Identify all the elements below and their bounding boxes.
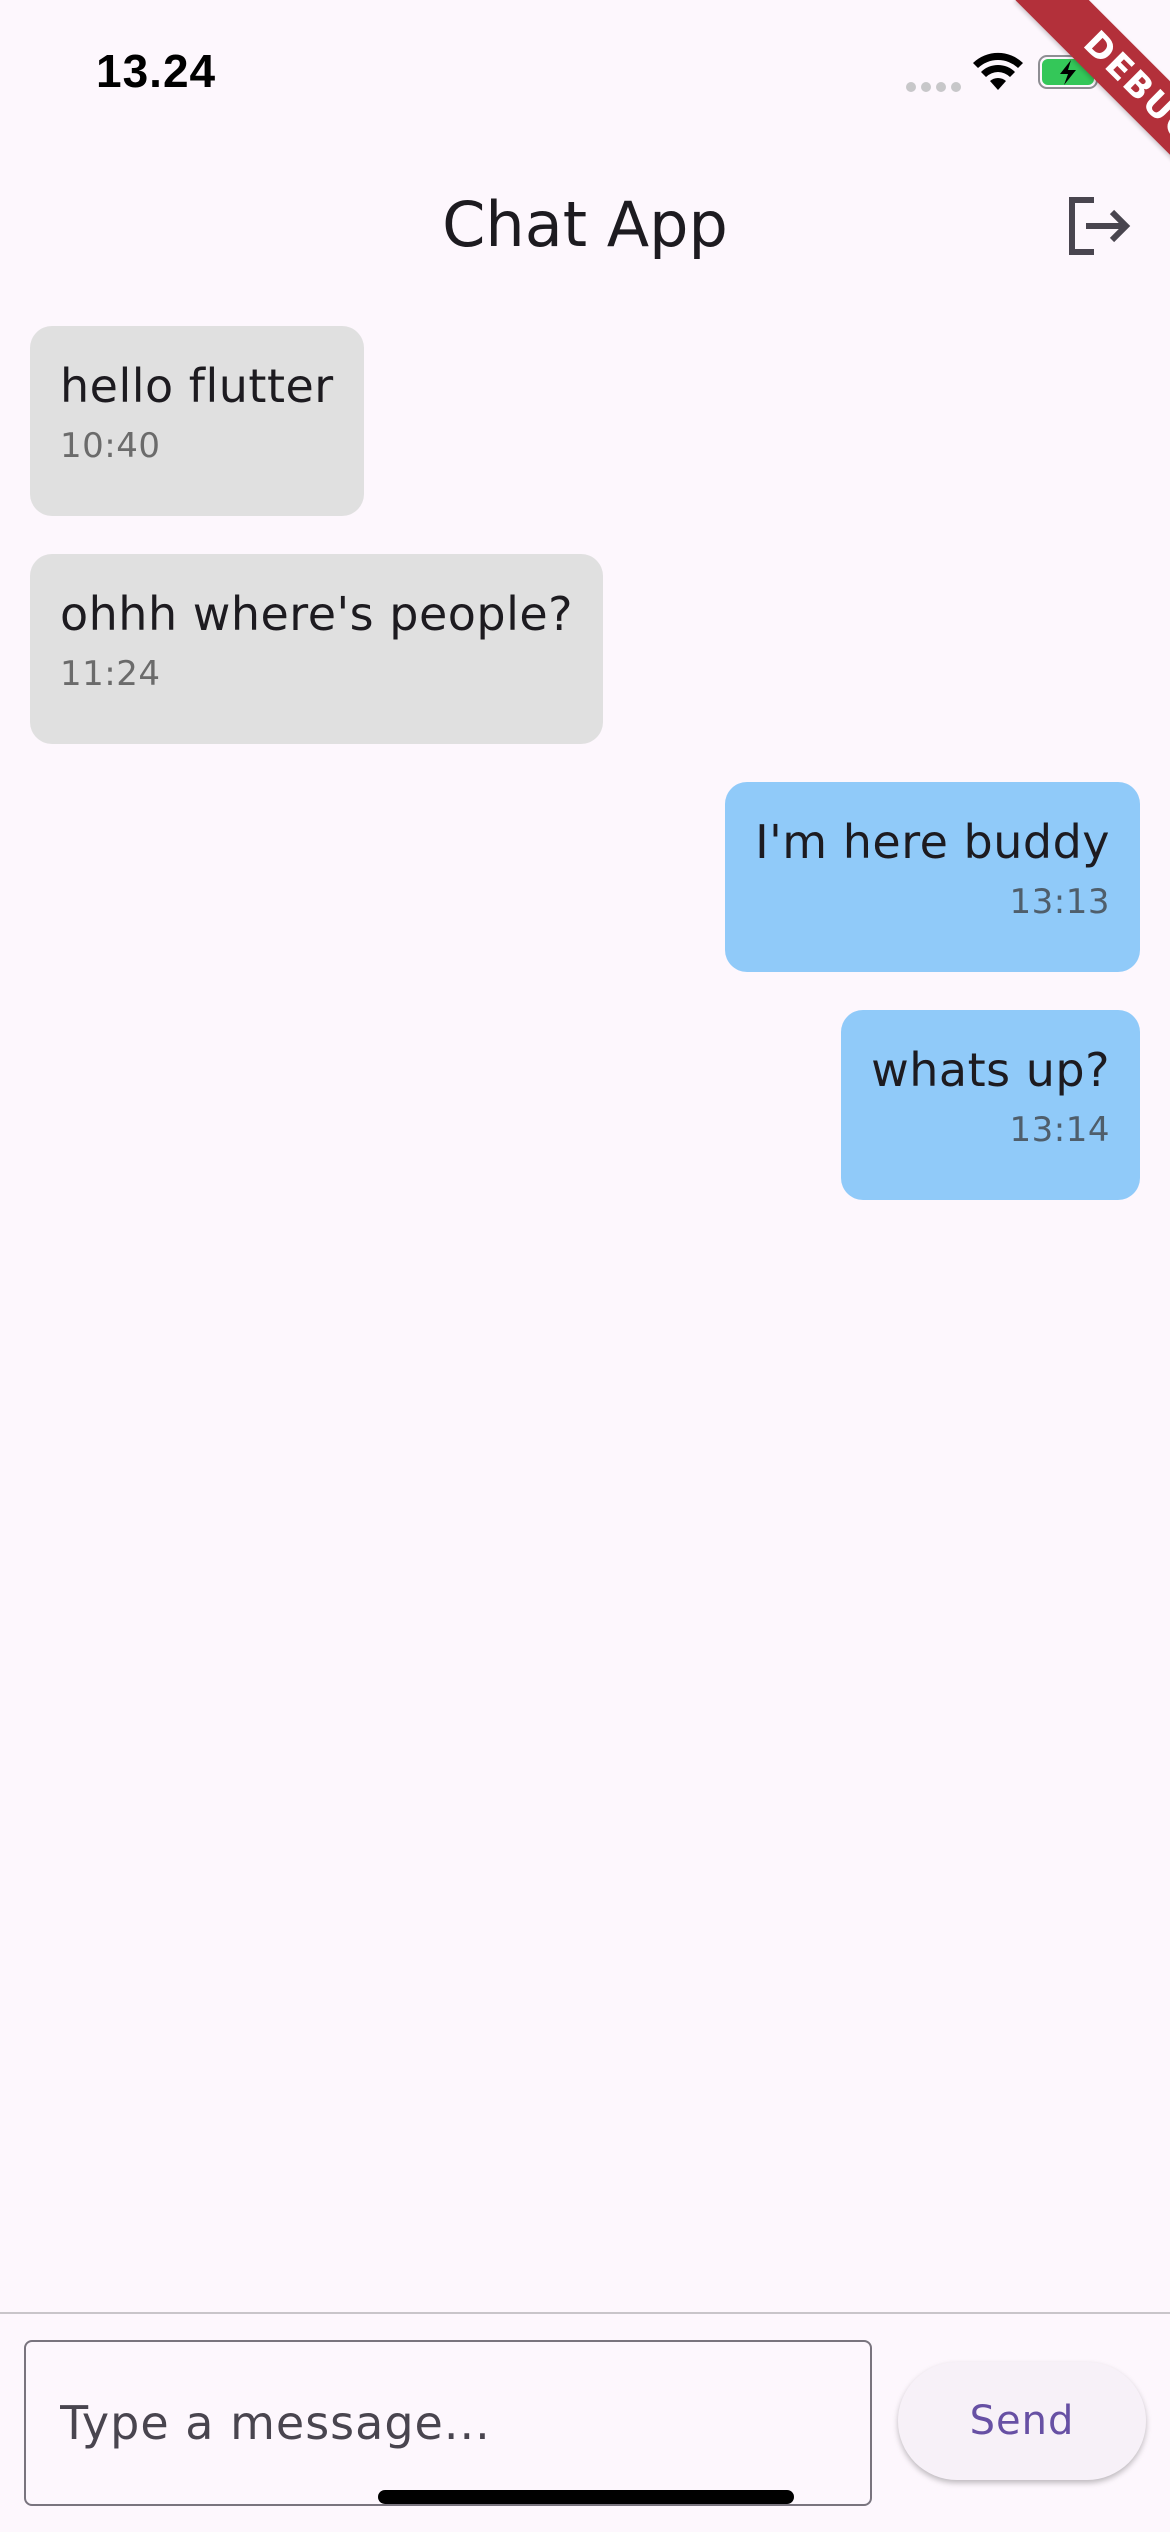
wifi-icon [973, 52, 1023, 90]
battery-charging-icon [1038, 55, 1103, 89]
message-text: hello flutter [60, 359, 334, 413]
home-indicator [378, 2490, 794, 2504]
message-time: 13:13 [1009, 882, 1110, 922]
message-row: I'm here buddy 13:13 [30, 782, 1140, 972]
message-list[interactable]: hello flutter 10:40 ohhh where's people?… [0, 320, 1170, 2300]
message-time: 11:24 [60, 654, 161, 694]
send-button[interactable]: Send [898, 2362, 1146, 2480]
message-time: 10:40 [60, 426, 161, 466]
message-row: whats up? 13:14 [30, 1010, 1140, 1200]
message-bubble-received: hello flutter 10:40 [30, 326, 364, 516]
message-bubble-sent: whats up? 13:14 [841, 1010, 1140, 1200]
message-input[interactable] [24, 2340, 872, 2506]
logout-button[interactable] [1056, 186, 1136, 266]
signal-icon [906, 82, 962, 94]
page-title: Chat App [442, 188, 728, 261]
message-bubble-received: ohhh where's people? 11:24 [30, 554, 604, 744]
message-bubble-sent: I'm here buddy 13:13 [725, 782, 1140, 972]
status-time: 13.24 [96, 45, 217, 97]
message-row: ohhh where's people? 11:24 [30, 554, 1140, 744]
message-text: ohhh where's people? [60, 587, 574, 641]
message-row: hello flutter 10:40 [30, 326, 1140, 516]
message-text: whats up? [871, 1043, 1110, 1097]
logout-icon [1069, 197, 1131, 255]
app-bar: Chat App [0, 150, 1170, 300]
message-text: I'm here buddy [755, 815, 1110, 869]
message-time: 13:14 [1009, 1110, 1110, 1150]
status-bar: 13.24 [0, 0, 1170, 150]
composer-divider [0, 2312, 1170, 2314]
